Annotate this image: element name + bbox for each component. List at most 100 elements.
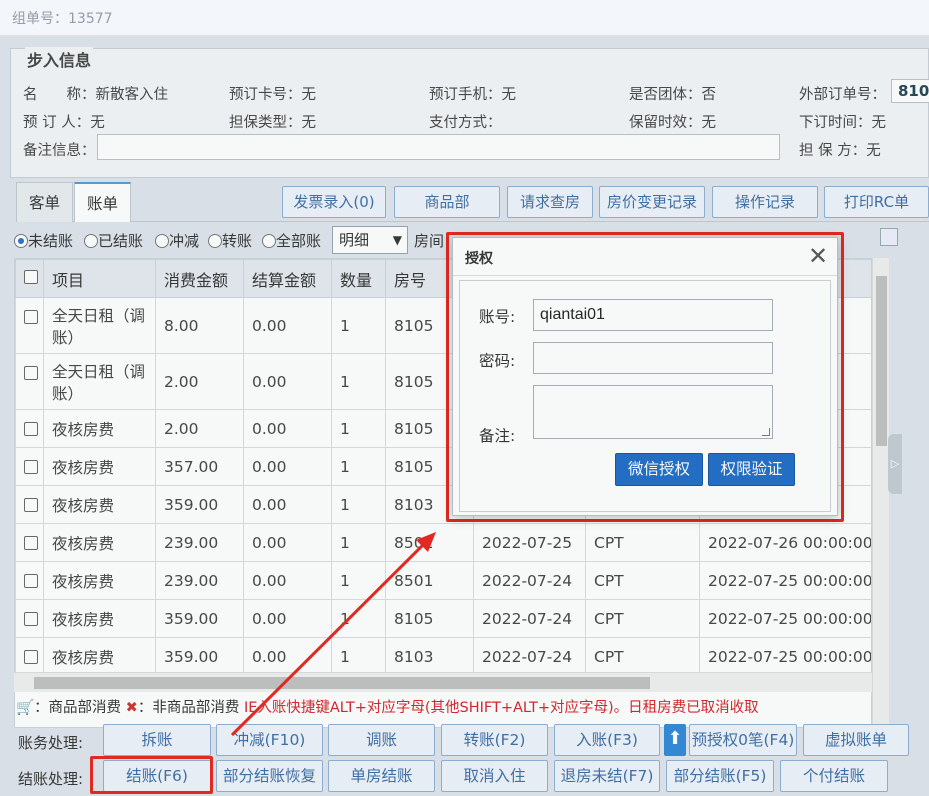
row-checkbox[interactable] xyxy=(15,297,44,354)
account-input[interactable]: qiantai01 xyxy=(533,299,773,331)
post-button[interactable]: 入账(F3) xyxy=(554,724,660,756)
info-remark-label: 备注信息： xyxy=(23,143,96,159)
side-panel-toggle[interactable]: ▷ xyxy=(888,434,902,494)
info-order-time: 下订时间：无 xyxy=(799,115,886,131)
row-checkbox[interactable] xyxy=(15,561,44,600)
adjust-button[interactable]: 调账 xyxy=(328,724,435,756)
virtual-bill-button[interactable]: 虚拟账单 xyxy=(803,724,909,756)
row-checkbox[interactable] xyxy=(15,523,44,562)
info-external-order: 外部订单号： xyxy=(799,87,886,103)
radio-unsettled[interactable]: 未结账 xyxy=(14,230,73,251)
tab-guest[interactable]: 客单 xyxy=(16,182,74,222)
external-order-field[interactable]: 810 xyxy=(891,79,929,103)
cell-qty: 1 xyxy=(331,561,386,600)
cell-qty: 1 xyxy=(331,353,386,410)
table-row[interactable]: 夜核房费 359.00 0.00 1 8103 2022-07-24 CPT 2022-07-… xyxy=(15,637,871,676)
checkout-ops-label: 结账处理: xyxy=(18,770,84,788)
table-row[interactable]: 夜核房费 359.00 0.00 1 8105 2022-07-24 CPT 2022-07-… xyxy=(15,599,871,638)
individual-checkout-button[interactable]: 个付结账 xyxy=(780,760,888,792)
row-checkbox[interactable] xyxy=(15,409,44,448)
up-arrow-icon[interactable]: ⬆ xyxy=(664,724,686,756)
row-checkbox[interactable] xyxy=(15,485,44,524)
goods-dept-button[interactable]: 商品部 xyxy=(394,186,500,218)
offset-button[interactable]: 冲减(F10) xyxy=(216,724,323,756)
row-checkbox[interactable] xyxy=(15,599,44,638)
info-payment: 支付方式： xyxy=(429,115,502,131)
dialog-body: 账号: qiantai01 密码: 备注: 微信授权 权限验证 xyxy=(459,280,831,512)
split-bill-button[interactable]: 拆账 xyxy=(103,724,211,756)
top-bar: 组单号：13577 xyxy=(0,0,929,36)
cell-amount: 2.00 xyxy=(155,353,244,410)
radio-icon xyxy=(84,234,98,248)
detail-select[interactable]: 明细 ▼ xyxy=(332,226,408,254)
cell-item: 夜核房费 xyxy=(43,409,156,448)
tab-bill[interactable]: 账单 xyxy=(74,182,132,222)
info-phone: 预订手机：无 xyxy=(429,87,516,103)
partial-checkout-button[interactable]: 部分结账(F5) xyxy=(666,760,774,792)
operation-log-button[interactable]: 操作记录 xyxy=(712,186,818,218)
cell-date: 2022-07-25 xyxy=(473,523,586,562)
scroll-thumb[interactable] xyxy=(876,276,887,446)
cell-date: 2022-07-24 xyxy=(473,599,586,638)
remark-input[interactable] xyxy=(97,134,780,160)
cell-qty: 1 xyxy=(331,485,386,524)
request-room-check-button[interactable]: 请求查房 xyxy=(507,186,593,218)
cell-qty: 1 xyxy=(331,637,386,676)
cell-settle: 0.00 xyxy=(243,409,332,448)
vertical-scrollbar[interactable] xyxy=(872,258,889,728)
close-icon[interactable]: ✕ xyxy=(805,242,831,270)
select-all-checkbox[interactable] xyxy=(15,259,44,298)
scroll-thumb[interactable] xyxy=(34,677,650,689)
legend-line: 🛒：商品部消费 ✖：非商品部消费 IE入账快捷键ALT+对应字母(其他SHIFT… xyxy=(16,700,759,716)
cell-settle: 0.00 xyxy=(243,297,332,354)
info-card-no: 预订卡号：无 xyxy=(229,87,316,103)
cell-qty: 1 xyxy=(331,599,386,638)
cancel-checkin-button[interactable]: 取消入住 xyxy=(441,760,548,792)
row-checkbox[interactable] xyxy=(15,353,44,410)
account-ops-label: 账务处理: xyxy=(18,734,84,752)
cell-qty: 1 xyxy=(331,523,386,562)
resize-handle-icon[interactable] xyxy=(762,428,770,436)
cell-code: CPT xyxy=(585,637,700,676)
radio-icon xyxy=(14,234,28,248)
invoice-entry-button[interactable]: 发票录入(0) xyxy=(282,186,386,218)
remark-label: 备注: xyxy=(479,427,516,445)
auth-dialog: 授权 ✕ 账号: qiantai01 密码: 备注: 微信授权 权限验证 xyxy=(452,237,838,516)
horizontal-scrollbar[interactable] xyxy=(14,672,872,692)
cell-item: 全天日租（调账） xyxy=(43,353,156,410)
checkout-unsettled-button[interactable]: 退房未结(F7) xyxy=(554,760,660,792)
partial-checkout-restore-button[interactable]: 部分结账恢复 xyxy=(216,760,323,792)
radio-settled[interactable]: 已结账 xyxy=(84,230,143,251)
info-row-2: 预 订 人：无 担保类型：无 支付方式： 保留时效：无 下订时间：无 xyxy=(23,111,928,133)
wechat-auth-button[interactable]: 微信授权 xyxy=(615,453,703,486)
calendar-icon[interactable] xyxy=(880,228,898,246)
cell-room: 8501 xyxy=(385,523,474,562)
preauth-button[interactable]: 预授权0笔(F4) xyxy=(689,724,797,756)
row-checkbox[interactable] xyxy=(15,447,44,486)
verify-permission-button[interactable]: 权限验证 xyxy=(708,453,795,486)
cell-time: 2022-07-25 00:00:00 xyxy=(699,599,871,638)
table-row[interactable]: 夜核房费 239.00 0.00 1 8501 2022-07-25 CPT 2022-07-… xyxy=(15,523,871,562)
cell-amount: 8.00 xyxy=(155,297,244,354)
cell-item: 夜核房费 xyxy=(43,523,156,562)
row-checkbox[interactable] xyxy=(15,637,44,676)
cell-amount: 359.00 xyxy=(155,637,244,676)
rate-change-log-button[interactable]: 房价变更记录 xyxy=(599,186,705,218)
print-rc-button[interactable]: 打印RC单 xyxy=(824,186,929,218)
step-info-title: 步入信息 xyxy=(25,47,94,71)
table-row[interactable]: 夜核房费 239.00 0.00 1 8501 2022-07-24 CPT 2022-07-… xyxy=(15,561,871,600)
password-input[interactable] xyxy=(533,342,773,374)
dialog-title: 授权 xyxy=(465,251,493,267)
info-booker: 预 订 人：无 xyxy=(23,115,105,131)
remark-textarea[interactable] xyxy=(533,385,773,439)
transfer-button[interactable]: 转账(F2) xyxy=(441,724,548,756)
single-room-checkout-button[interactable]: 单房结账 xyxy=(328,760,435,792)
cell-amount: 359.00 xyxy=(155,599,244,638)
col-item: 项目 xyxy=(43,259,156,298)
radio-transfer[interactable]: 转账 xyxy=(208,230,252,251)
radio-offset[interactable]: 冲减 xyxy=(155,230,199,251)
cell-code: CPT xyxy=(585,561,700,600)
cell-date: 2022-07-24 xyxy=(473,637,586,676)
radio-all[interactable]: 全部账 xyxy=(262,230,321,251)
cell-time: 2022-07-25 00:00:00 xyxy=(699,561,871,600)
